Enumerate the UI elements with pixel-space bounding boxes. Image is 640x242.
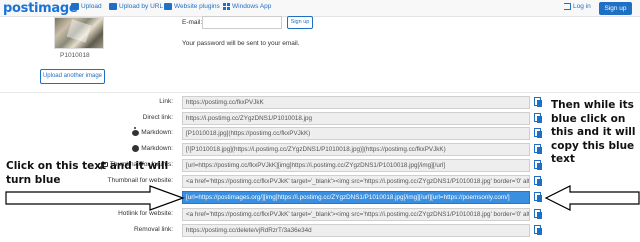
hotlink-forums-label: Hotlink for forums: bbox=[120, 193, 173, 200]
copy-icon[interactable] bbox=[533, 225, 543, 236]
link-field[interactable]: https://postimg.cc/fkxPVJkK bbox=[182, 96, 530, 109]
nav-upload[interactable]: Upload bbox=[71, 3, 102, 10]
copy-icon[interactable] bbox=[533, 144, 543, 155]
email-field[interactable] bbox=[202, 16, 282, 29]
login-label: Log in bbox=[573, 3, 591, 10]
annotation-right-text: Then while its blue click on this and it… bbox=[551, 99, 636, 165]
plugin-icon bbox=[164, 3, 172, 10]
email-label: E-mail: bbox=[182, 19, 203, 26]
upload-icon bbox=[71, 3, 79, 10]
nav-website-plugins[interactable]: Website plugins bbox=[164, 3, 220, 10]
copy-icon[interactable] bbox=[533, 97, 543, 108]
copy-icon[interactable] bbox=[533, 209, 543, 220]
nav-upload-label: Upload bbox=[81, 3, 102, 10]
copy-icon[interactable] bbox=[533, 128, 543, 139]
direct-link-field[interactable]: https://i.postimg.cc/ZYgzDNS1/P1010018.j… bbox=[182, 112, 530, 125]
removal-link-field[interactable]: https://postimg.cc/delete/vjRdRzrT/3a36e… bbox=[182, 224, 530, 237]
annotation-left-text: Click on this text and it will turn blue bbox=[6, 160, 169, 186]
nav-upload-by-url-label: Upload by URL bbox=[119, 3, 164, 10]
markdown-github-field[interactable]: [![P1010018.jpg](https://i.postimg.cc/ZY… bbox=[182, 143, 530, 156]
copy-icon[interactable] bbox=[533, 160, 543, 171]
thumbnail-forums-field[interactable]: [url=https://postimg.cc/fkxPVJkK][img]ht… bbox=[182, 159, 530, 172]
markdown-github-label: Markdown: bbox=[132, 145, 173, 152]
signup-button[interactable]: Sign up bbox=[599, 2, 632, 15]
login-icon bbox=[564, 3, 571, 10]
github-icon bbox=[132, 145, 140, 152]
direct-link-label: Direct link: bbox=[142, 114, 173, 121]
removal-link-label: Removal link: bbox=[133, 226, 173, 233]
navbar: postimage Upload Upload by URL Website p… bbox=[0, 0, 640, 17]
hotlink-website-field[interactable]: <a href='https://postimg.cc/fkxPVJkK' ta… bbox=[182, 208, 530, 221]
copy-icon[interactable] bbox=[533, 176, 543, 187]
logo[interactable]: postimage bbox=[3, 1, 78, 16]
nav-windows-app-label: Windows App bbox=[232, 3, 272, 10]
markdown-reddit-row: Markdown: [P1010018.jpg](https://postimg… bbox=[0, 126, 640, 141]
reddit-icon bbox=[132, 126, 140, 136]
copy-icon[interactable] bbox=[533, 113, 543, 124]
divider bbox=[0, 92, 640, 93]
image-thumbnail[interactable] bbox=[54, 17, 104, 49]
removal-link-row: Removal link: https://postimg.cc/delete/… bbox=[0, 223, 640, 238]
nav-windows-app[interactable]: Windows App bbox=[223, 3, 271, 10]
hotlink-website-row: Hotlink for website: <a href='https://po… bbox=[0, 207, 640, 222]
nav-website-plugins-label: Website plugins bbox=[174, 3, 220, 10]
markdown-github-row: Markdown: [![P1010018.jpg](https://i.pos… bbox=[0, 142, 640, 157]
login-link[interactable]: Log in bbox=[564, 3, 591, 10]
link-label: Link: bbox=[159, 98, 173, 105]
markdown-reddit-label: Markdown: bbox=[132, 126, 173, 136]
email-signup-button[interactable]: Sign up bbox=[287, 16, 313, 29]
hotlink-website-label: Hotlink for website: bbox=[118, 210, 173, 217]
hotlink-forums-row: Hotlink for forums: [url=https://postima… bbox=[0, 190, 640, 205]
link-icon bbox=[109, 3, 117, 10]
image-caption: P1010018 bbox=[60, 52, 90, 59]
thumbnail-website-field[interactable]: <a href='https://postimg.cc/fkxPVJkK' ta… bbox=[182, 175, 530, 188]
password-note: Your password will be sent to your email… bbox=[182, 40, 300, 47]
copy-icon[interactable] bbox=[533, 192, 543, 203]
windows-icon bbox=[223, 3, 230, 10]
direct-link-row: Direct link: https://i.postimg.cc/ZYgzDN… bbox=[0, 111, 640, 126]
nav-upload-by-url[interactable]: Upload by URL bbox=[109, 3, 163, 10]
upload-another-button[interactable]: Upload another image bbox=[40, 69, 105, 84]
link-row: Link: https://postimg.cc/fkxPVJkK bbox=[0, 95, 640, 110]
hotlink-forums-field[interactable]: [url=https://postimages.org/][img]https:… bbox=[182, 191, 530, 204]
markdown-reddit-field[interactable]: [P1010018.jpg](https://postimg.cc/fkxPVJ… bbox=[182, 127, 530, 140]
